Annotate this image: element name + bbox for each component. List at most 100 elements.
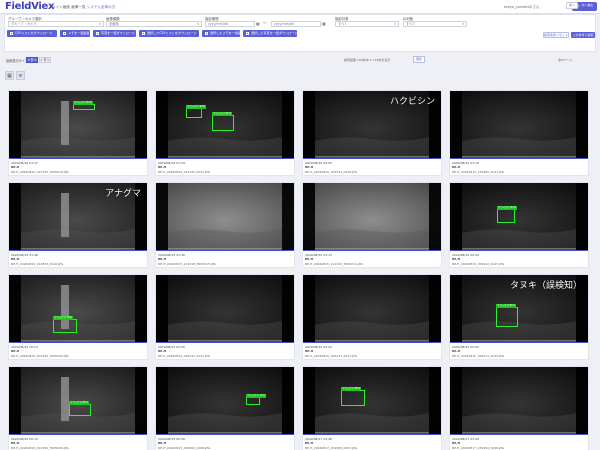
file-name: RE-H_20240817_232954_0006.JPG: [452, 446, 505, 450]
calendar-icon[interactable]: ▦: [322, 21, 326, 26]
trail-camera-photo[interactable]: アライグマ 88%: [303, 367, 441, 435]
image-card[interactable]: アライグマ 88% 2024/08/17 23:48 RE-H RE-H_202408…: [302, 366, 442, 450]
capture-datetime: 2024/08/15 02:00: [452, 344, 479, 349]
list-view-icon[interactable]: ≡: [16, 71, 25, 80]
image-card[interactable]: アライグマ 83% 2024/08/15 20:59 RE-H RE-H_202408…: [449, 182, 589, 268]
detection-label: アライグマ 83%: [497, 206, 517, 210]
download-selected-csv-button[interactable]: 選択したCSVリストをダウンロード: [139, 30, 199, 37]
trail-camera-photo[interactable]: アライグマ 84%: [9, 91, 147, 159]
prev-page-button[interactable]: 前へ: [566, 2, 578, 9]
grid-view-icon[interactable]: ▦: [5, 71, 14, 80]
date-from-input[interactable]: yyyy/mm/dd: [205, 21, 255, 27]
photo-accent-bar: [303, 250, 441, 251]
trail-camera-photo[interactable]: アライグマ 79%: [9, 275, 147, 343]
detection-box: アライグマ 84%: [73, 101, 95, 110]
edit-icon: [63, 31, 66, 35]
refresh-button[interactable]: 更新: [413, 56, 425, 63]
species-annotation: ハクビシン: [389, 97, 435, 107]
image-card[interactable]: アライグマ 71% 2024/08/15 00:08 RE-H RE-H_202408…: [155, 366, 295, 450]
camera-id: RE-H: [158, 165, 167, 169]
image-card[interactable]: 2024/08/15 21:40 RE-H RE-H_20240815_214018…: [155, 182, 295, 268]
photo-accent-bar: [156, 342, 294, 343]
photo-canvas: [156, 367, 294, 435]
image-card[interactable]: 2024/08/15 23:19 RE-H RE-H_20240815_231905…: [449, 90, 589, 176]
trail-camera-photo[interactable]: アナグマ: [9, 183, 147, 251]
trail-camera-photo[interactable]: [450, 367, 588, 435]
trail-camera-photo[interactable]: [156, 183, 294, 251]
calendar-icon[interactable]: ▦: [256, 21, 260, 26]
file-name: RE-H_20240816_012430_0021.JPG: [158, 170, 211, 174]
app-logo[interactable]: FieldViex: [5, 1, 54, 12]
trail-camera-photo[interactable]: [303, 183, 441, 251]
image-card[interactable]: 2024/08/17 23:29 RE-H RE-H_20240817_232954…: [449, 366, 589, 450]
nav-main-link[interactable]: メイン画面: [52, 5, 70, 9]
detection-box: アライグマ 86%: [69, 401, 91, 416]
photo-canvas: [450, 183, 588, 251]
camera-id: RE-H: [305, 165, 314, 169]
capture-datetime: 2024/08/16 01:24: [158, 160, 185, 165]
display-small-toggle[interactable]: 小表示: [39, 57, 51, 63]
camera-id: RE-H: [305, 257, 314, 261]
file-name: RE-H_20240815_020541_0011.JPG: [158, 354, 211, 358]
file-name: RE-H_20240815_211320_TRP0014.JPG: [305, 262, 363, 266]
trail-camera-photo[interactable]: ハクビシン: [303, 91, 441, 159]
photo-canvas: [156, 275, 294, 343]
detection-label: アライグマ 81%: [496, 304, 516, 308]
photo-canvas: [303, 367, 441, 435]
image-card[interactable]: タヌキ（誤検知） アライグマ 81% 2024/08/15 02:00 RE-H RE-…: [449, 274, 589, 360]
download-icon: [10, 31, 13, 35]
trail-camera-photo[interactable]: [303, 275, 441, 343]
camera-id: RE-H: [305, 441, 314, 445]
group-select[interactable]: グループ・カメラ ▾: [8, 21, 104, 27]
image-type-select[interactable]: 全画像 ▾: [106, 21, 202, 27]
image-card[interactable]: アライグマ 92% アライグマ 91% 2024/08/16 01:24 RE-H RE…: [155, 90, 295, 176]
detection-label: アライグマ 79%: [53, 316, 73, 320]
image-card[interactable]: 2024/08/15 02:05 RE-H RE-H_20240815_020541…: [155, 274, 295, 360]
download-selected-csv-label: 選択したCSVリストをダウンロード: [147, 31, 197, 35]
trail-camera-photo[interactable]: [156, 275, 294, 343]
trail-camera-photo[interactable]: タヌキ（誤検知） アライグマ 81%: [450, 275, 588, 343]
species-annotation: アナグマ: [105, 189, 141, 199]
detection-label: アライグマ 91%: [212, 112, 232, 116]
photo-accent-bar: [9, 158, 147, 159]
image-card[interactable]: 2024/08/15 21:13 RE-H RE-H_20240815_211320…: [302, 182, 442, 268]
image-card[interactable]: アライグマ 86% 2024/08/15 00:13 RE-H RE-H_202408…: [8, 366, 148, 450]
camera-id: RE-H: [452, 349, 461, 353]
image-card[interactable]: アライグマ 79% 2024/08/15 20:23 RE-H RE-H_202408…: [8, 274, 148, 360]
next-page-button[interactable]: 次へ進む: [580, 2, 595, 9]
date-to-input[interactable]: yyyy/mm/dd: [271, 21, 321, 27]
bulk-download-photos-button[interactable]: 写真を一括ダウンロード: [93, 30, 136, 37]
download-csv-button[interactable]: CSVリストをダウンロード: [7, 30, 57, 37]
trail-camera-photo[interactable]: [450, 91, 588, 159]
photo-accent-bar: [9, 434, 147, 435]
image-card[interactable]: ハクビシン 2024/08/16 00:05 RE-H RE-H_20240816_0…: [302, 90, 442, 176]
bulk-download-selected-photos-button[interactable]: 選択した写真を一括ダウンロード: [243, 30, 297, 37]
nav-image-list[interactable]: 画像一覧: [70, 5, 87, 9]
camera-id: RE-H: [158, 441, 167, 445]
chevron-down-icon: ▾: [99, 22, 101, 26]
trail-camera-photo[interactable]: アライグマ 71%: [156, 367, 294, 435]
capture-datetime: 2024/08/15 00:13: [11, 436, 38, 441]
image-card[interactable]: 2024/08/15 02:04 RE-H RE-H_20240815_020433…: [302, 274, 442, 360]
date-from-placeholder: yyyy/mm/dd: [208, 22, 228, 26]
bulk-edit-memo-button[interactable]: メモを一括編集: [60, 30, 90, 37]
reset-button[interactable]: 検索条件リセット: [543, 32, 569, 38]
download-csv-label: CSVリストをダウンロード: [15, 31, 53, 35]
bulk-download-photos-label: 写真を一括ダウンロード: [101, 31, 136, 35]
result-count: 検索結果 100件中 1〜16件を表示: [344, 58, 391, 62]
trail-camera-photo[interactable]: アライグマ 86%: [9, 367, 147, 435]
file-name: RE-H_20240815_214018_TRP0015.JPG: [158, 262, 216, 266]
photo-accent-bar: [156, 250, 294, 251]
search-button[interactable]: この条件で検索: [571, 32, 595, 38]
trail-camera-photo[interactable]: アライグマ 83%: [450, 183, 588, 251]
trail-camera-photo[interactable]: アライグマ 92% アライグマ 91%: [156, 91, 294, 159]
image-card[interactable]: アライグマ 84% 2024/08/16 01:37 RE-H RE-H_202408…: [8, 90, 148, 176]
species-select[interactable]: すべて ▾: [335, 21, 399, 27]
image-card[interactable]: アナグマ 2024/08/15 21:48 RE-H RE-H_20240815_21…: [8, 182, 148, 268]
breadcrumb: メイン画面 画像一覧 システム全体の方: [52, 5, 115, 10]
display-large-toggle[interactable]: 大表示: [26, 57, 38, 63]
bulk-edit-selected-memo-button[interactable]: 選択したメモを一括編集: [202, 30, 244, 37]
ai-select[interactable]: すべて ▾: [403, 21, 467, 27]
detection-label: アライグマ 71%: [246, 394, 266, 398]
nav-system-link[interactable]: システム全体の方: [87, 5, 116, 9]
